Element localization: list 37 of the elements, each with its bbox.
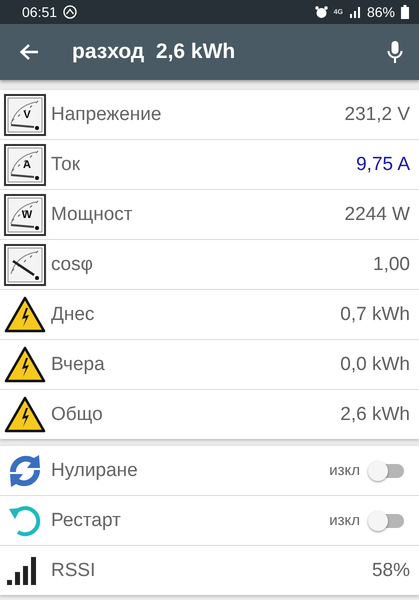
screen-title: разход 2,6 kWh — [72, 40, 236, 64]
row-value: 0,0 kWh — [340, 354, 410, 376]
warning-icon — [4, 396, 46, 434]
signal-icon — [348, 6, 361, 18]
row-value: 2244 W — [344, 204, 410, 226]
row-label: Напрежение — [51, 104, 162, 126]
row-label: Общо — [51, 404, 104, 426]
row-label: Нулиране — [51, 460, 139, 482]
switch-state-label: изкл — [329, 512, 360, 529]
switch-state-label: изкл — [329, 462, 360, 479]
microphone-button[interactable] — [387, 40, 403, 64]
meter-icon: A — [4, 144, 46, 186]
meter-icon: V — [4, 94, 46, 136]
navigation-icon — [63, 5, 78, 19]
row-value: 231,2 V — [344, 104, 410, 126]
toggle-switch[interactable] — [370, 514, 404, 528]
row-label: cosφ — [51, 254, 94, 276]
battery-level: 86% — [366, 4, 395, 20]
row-label: Мощност — [51, 204, 134, 226]
meter-icon: W — [4, 194, 46, 236]
row-label: Днес — [51, 304, 96, 326]
battery-icon — [401, 5, 409, 19]
row-value: 0,7 kWh — [340, 304, 410, 326]
row-label: Рестарт — [51, 510, 122, 532]
row-value: 2,6 kWh — [340, 404, 410, 426]
meter-icon — [4, 244, 46, 286]
row-value: 1,00 — [373, 254, 410, 276]
row-value: 58% — [372, 560, 410, 582]
clock: 06:51 — [22, 4, 58, 20]
row-label: Ток — [51, 154, 82, 176]
warning-icon — [4, 296, 46, 334]
row-label: Вчера — [51, 354, 106, 376]
alarm-icon — [314, 6, 328, 18]
row-label: RSSI — [51, 560, 96, 582]
toggle-switch[interactable] — [370, 464, 404, 478]
warning-icon — [4, 346, 46, 384]
row-value: 9,75 A — [356, 154, 410, 176]
